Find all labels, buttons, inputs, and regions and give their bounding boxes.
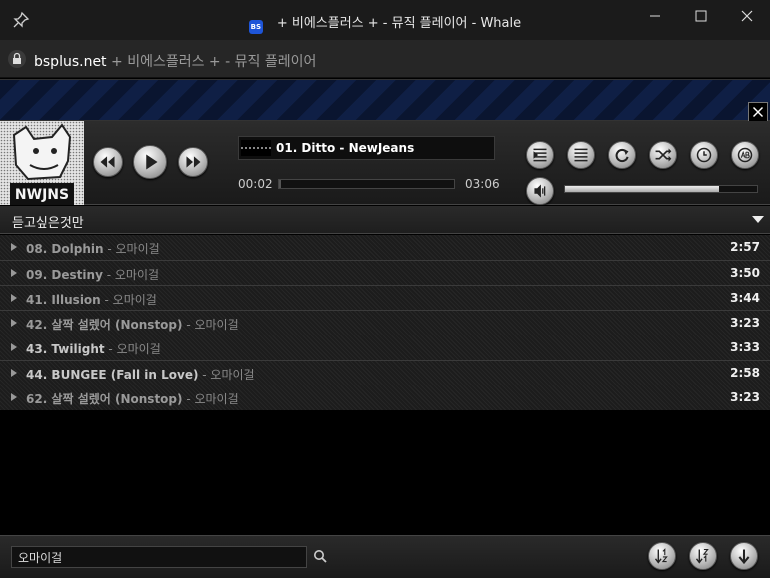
track-artist: - 오마이걸 xyxy=(182,318,239,332)
track-duration: 3:33 xyxy=(730,340,760,354)
ab-repeat-icon[interactable] xyxy=(731,141,759,169)
track-list: 08. Dolphin - 오마이걸 2:57 09. Destiny - 오마… xyxy=(0,235,770,410)
track-title: 42. 살짝 설렜어 (Nonstop) xyxy=(26,318,183,332)
sort-ascending-icon[interactable] xyxy=(648,542,676,570)
play-button[interactable] xyxy=(133,145,167,179)
track-row[interactable]: 44. BUNGEE (Fall in Love) - 오마이걸 2:58 xyxy=(0,360,770,385)
now-playing-title: 01. Ditto - NewJeans xyxy=(276,141,415,155)
track-duration: 3:23 xyxy=(730,390,760,404)
expand-arrow-icon[interactable] xyxy=(11,269,17,277)
site-favicon: BS xyxy=(248,20,263,34)
track-row[interactable]: 08. Dolphin - 오마이걸 2:57 xyxy=(0,235,770,260)
bottom-toolbar xyxy=(0,535,770,578)
track-title: 08. Dolphin xyxy=(26,242,104,256)
track-duration: 2:58 xyxy=(730,366,760,380)
track-row[interactable]: 42. 살짝 설렜어 (Nonstop) - 오마이걸 3:23 xyxy=(0,310,770,335)
track-duration: 3:23 xyxy=(730,316,760,330)
ad-banner xyxy=(0,79,770,122)
shuffle-icon[interactable] xyxy=(649,141,677,169)
url-text[interactable]: bsplus.net + 비에스플러스 + - 뮤직 플레이어 xyxy=(34,51,316,71)
address-bar[interactable]: bsplus.net + 비에스플러스 + - 뮤직 플레이어 xyxy=(0,40,770,78)
track-title: 09. Destiny xyxy=(26,268,103,282)
track-duration: 3:44 xyxy=(730,291,760,305)
album-art-text: NWJNS xyxy=(15,187,69,203)
current-time: 00:02 xyxy=(238,177,273,191)
lock-icon[interactable] xyxy=(8,50,26,68)
expand-arrow-icon[interactable] xyxy=(11,294,17,302)
total-time: 03:06 xyxy=(465,177,500,191)
progress-bar[interactable] xyxy=(278,179,455,189)
url-page-title: + 비에스플러스 + - 뮤직 플레이어 xyxy=(111,54,317,70)
playlist-name: 듣고싶은것만 xyxy=(12,216,84,231)
search-input[interactable] xyxy=(11,546,307,568)
player-panel: NWJNS 01. Ditto - NewJeans 00:02 03:06 xyxy=(0,121,770,205)
progress-fill xyxy=(279,180,281,188)
track-duration: 2:57 xyxy=(730,240,760,254)
track-row[interactable]: 43. Twilight - 오마이걸 3:33 xyxy=(0,335,770,360)
track-artist: - 오마이걸 xyxy=(102,268,160,282)
track-artist: - 오마이걸 xyxy=(100,293,157,307)
window-title-text: + 비에스플러스 + - 뮤직 플레이어 - Whale xyxy=(276,16,522,31)
chevron-down-icon[interactable] xyxy=(752,216,764,223)
track-title: 44. BUNGEE (Fall in Love) xyxy=(26,368,199,382)
repeat-icon[interactable] xyxy=(608,141,636,169)
album-art: NWJNS xyxy=(0,121,84,205)
volume-icon[interactable] xyxy=(526,177,554,205)
now-playing-display: 01. Ditto - NewJeans xyxy=(238,136,495,160)
track-row[interactable]: 09. Destiny - 오마이걸 3:50 xyxy=(0,260,770,285)
arrow-down-icon[interactable] xyxy=(730,542,758,570)
expand-arrow-icon[interactable] xyxy=(11,319,17,327)
track-title: 41. Illusion xyxy=(26,293,101,307)
track-title: 43. Twilight xyxy=(26,342,105,356)
sort-descending-icon[interactable] xyxy=(689,542,717,570)
track-row[interactable]: 41. Illusion - 오마이걸 3:44 xyxy=(0,285,770,310)
track-artist: - 오마이걸 xyxy=(104,342,161,356)
close-button[interactable] xyxy=(724,0,770,32)
expand-arrow-icon[interactable] xyxy=(11,369,17,377)
playlist-selector[interactable]: 듣고싶은것만 xyxy=(0,206,770,234)
expand-arrow-icon[interactable] xyxy=(11,243,17,251)
search-icon[interactable] xyxy=(313,549,327,563)
minimize-button[interactable] xyxy=(632,0,678,32)
next-button[interactable] xyxy=(178,147,208,177)
title-bar: BS + 비에스플러스 + - 뮤직 플레이어 - Whale xyxy=(0,0,770,40)
banner-close-icon[interactable] xyxy=(748,102,768,122)
timer-clock-icon[interactable] xyxy=(690,141,718,169)
track-artist: - 오마이걸 xyxy=(198,368,255,382)
volume-fill xyxy=(565,186,719,192)
list-icon[interactable] xyxy=(567,141,595,169)
volume-slider[interactable] xyxy=(564,185,758,193)
visualizer xyxy=(241,140,271,156)
track-artist: - 오마이걸 xyxy=(103,242,160,256)
track-row[interactable]: 62. 살짝 설렜어 (Nonstop) - 오마이걸 3:23 xyxy=(0,385,770,410)
maximize-button[interactable] xyxy=(678,0,724,32)
track-artist: - 오마이걸 xyxy=(182,392,239,406)
expand-arrow-icon[interactable] xyxy=(11,343,17,351)
previous-button[interactable] xyxy=(93,147,123,177)
track-duration: 3:50 xyxy=(730,266,760,280)
url-domain: bsplus.net xyxy=(34,54,107,70)
expand-arrow-icon[interactable] xyxy=(11,393,17,401)
playlist-view-button[interactable] xyxy=(526,141,554,169)
track-title: 62. 살짝 설렜어 (Nonstop) xyxy=(26,392,183,406)
